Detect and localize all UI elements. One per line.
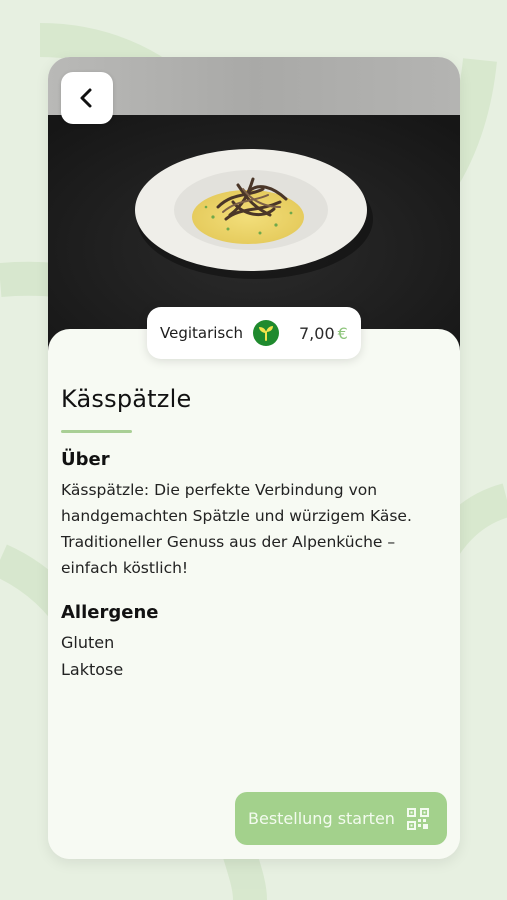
sprout-icon (253, 320, 279, 346)
dish-title: Kässpätzle (61, 385, 192, 413)
currency-symbol: € (337, 323, 348, 343)
chevron-left-icon (80, 88, 92, 108)
about-description: Kässpätzle: Die perfekte Verbindung von … (61, 481, 412, 577)
allergens-heading: Allergene (61, 602, 159, 623)
back-button[interactable] (61, 72, 113, 124)
start-order-button[interactable]: Bestellung starten (235, 792, 447, 845)
price-value: 7,00 (299, 323, 335, 343)
dish-detail-card: Vegitarisch 7,00 € Kässpätzle Über Kässpä… (48, 57, 460, 859)
qr-code-icon (406, 807, 429, 830)
diet-label: Vegitarisch (160, 324, 243, 342)
diet-price-badge: Vegitarisch 7,00 € (147, 307, 361, 359)
title-divider (61, 430, 132, 433)
start-order-label: Bestellung starten (248, 809, 395, 828)
allergen-item: Laktose (61, 660, 124, 679)
allergen-item: Gluten (61, 633, 115, 652)
about-heading: Über (61, 449, 110, 470)
allergen-list: Gluten Laktose (61, 629, 123, 683)
price: 7,00 € (299, 324, 348, 343)
